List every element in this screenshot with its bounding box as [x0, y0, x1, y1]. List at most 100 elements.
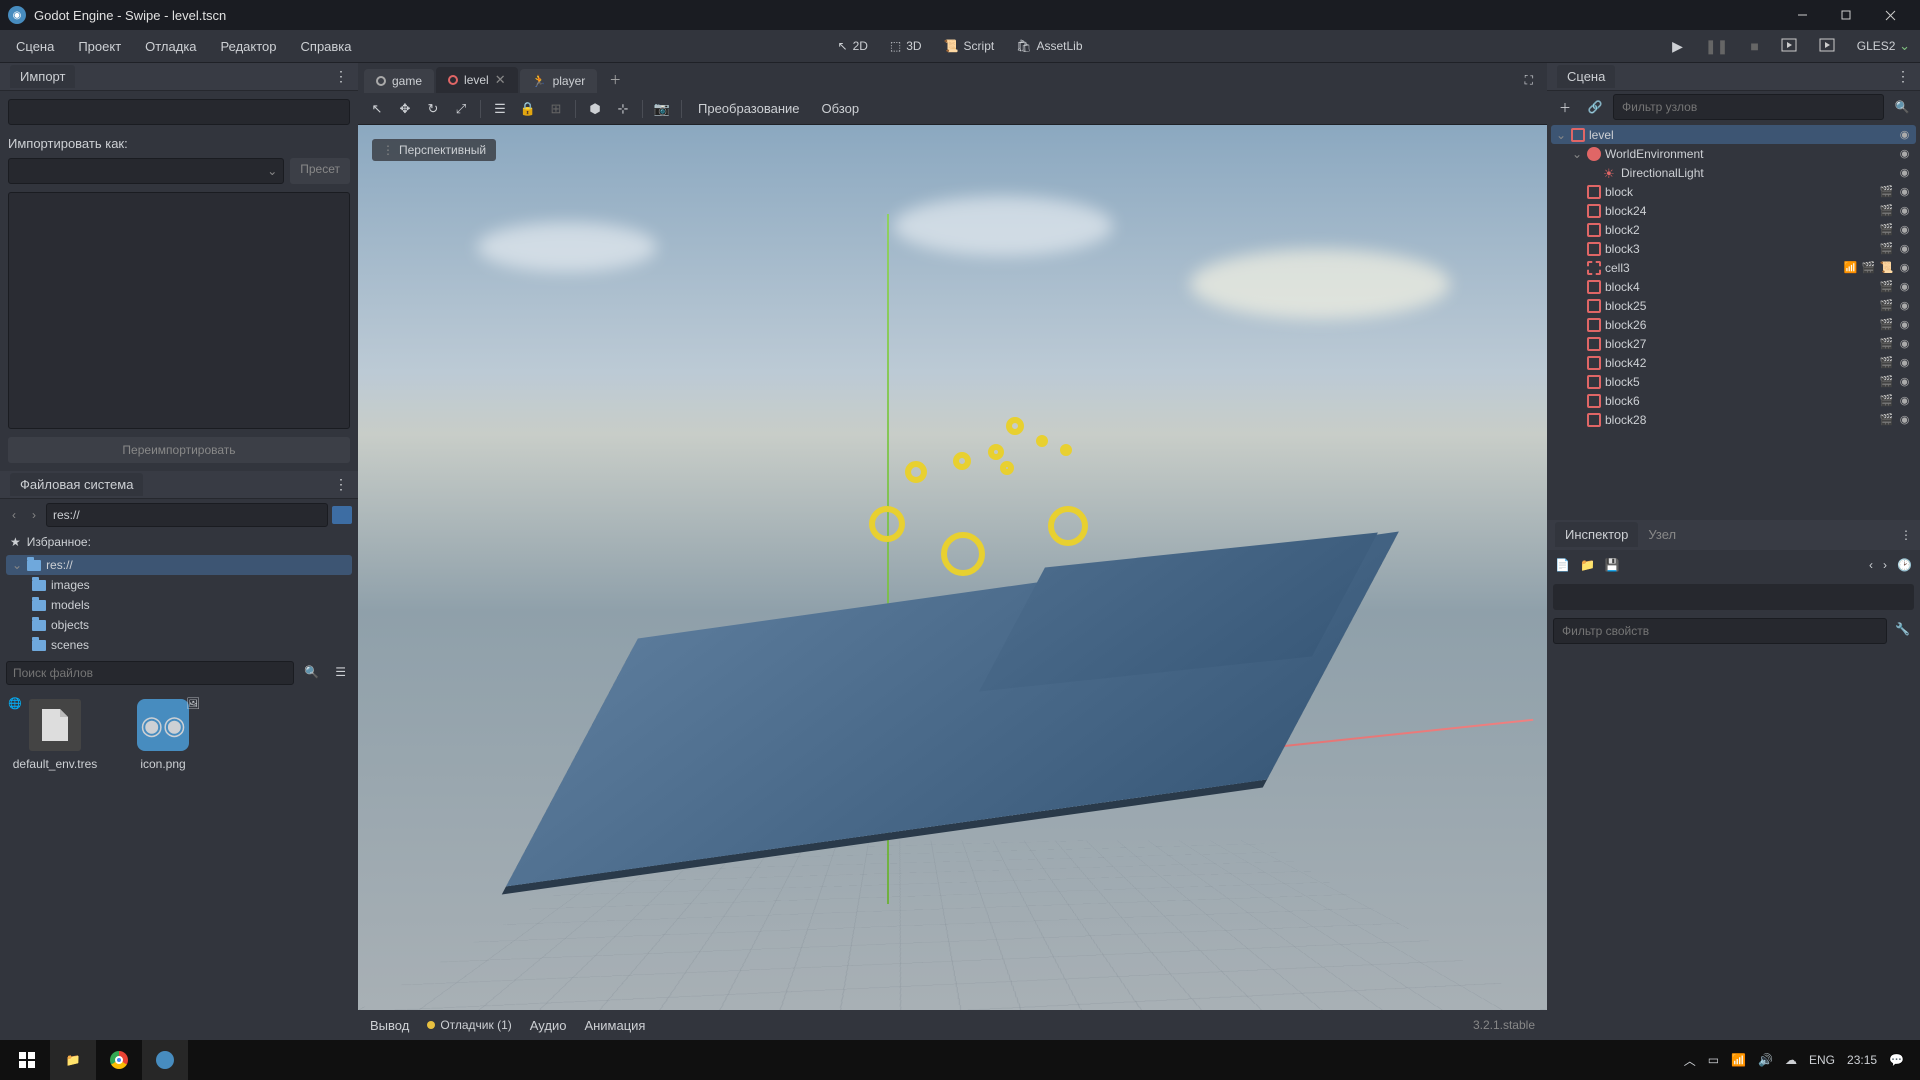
- eye-icon[interactable]: ◉: [1897, 203, 1912, 218]
- scene-tab-level[interactable]: level✕: [436, 67, 518, 93]
- eye-icon[interactable]: ◉: [1897, 260, 1912, 275]
- reimport-button[interactable]: Переимпортировать: [8, 437, 350, 463]
- tray-battery-icon[interactable]: ▭: [1708, 1053, 1719, 1067]
- inspector-folder-icon[interactable]: 📁: [1580, 558, 1595, 572]
- fs-back-button[interactable]: ‹: [6, 506, 22, 524]
- pause-button[interactable]: ❚❚: [1699, 34, 1734, 59]
- taskbar-godot-icon[interactable]: [142, 1040, 188, 1080]
- preset-button[interactable]: Пресет: [290, 158, 350, 184]
- workspace-assetlib[interactable]: 🛍AssetLib: [1006, 33, 1092, 59]
- clap-icon[interactable]: 🎬: [1879, 317, 1894, 332]
- clap-icon[interactable]: 🎬: [1879, 393, 1894, 408]
- workspace-3d[interactable]: ⬚3D: [880, 33, 932, 59]
- clap-icon[interactable]: 🎬: [1879, 298, 1894, 313]
- tree-node-block27[interactable]: block27🎬◉: [1551, 334, 1916, 353]
- fs-favorites[interactable]: ★Избранное:: [0, 531, 358, 553]
- animation-tab[interactable]: Анимация: [584, 1018, 645, 1033]
- stop-button[interactable]: ■: [1744, 34, 1764, 58]
- inspector-back-icon[interactable]: ‹: [1869, 558, 1873, 572]
- clap-icon[interactable]: 🎬: [1879, 222, 1894, 237]
- close-button[interactable]: [1868, 1, 1912, 29]
- menu-debug[interactable]: Отладка: [133, 33, 208, 60]
- inspector-tab[interactable]: Инспектор: [1555, 522, 1638, 547]
- taskbar-explorer-icon[interactable]: 📁: [50, 1040, 96, 1080]
- viewport-perspective-badge[interactable]: ⋮Перспективный: [372, 139, 496, 161]
- play-scene-button[interactable]: [1775, 34, 1803, 59]
- close-tab-icon[interactable]: ✕: [495, 72, 506, 88]
- lock-tool[interactable]: 🔒: [515, 96, 541, 122]
- inspector-resource-select[interactable]: [1553, 584, 1914, 610]
- tray-clock[interactable]: 23:15: [1847, 1053, 1877, 1067]
- add-scene-tab-button[interactable]: ＋: [599, 66, 631, 93]
- tree-node-block25[interactable]: block25🎬◉: [1551, 296, 1916, 315]
- scale-tool[interactable]: ⤢: [448, 96, 474, 122]
- fs-file-icon-png[interactable]: 🖼 ◉◉ icon.png: [118, 699, 208, 771]
- tree-node-block6[interactable]: block6🎬◉: [1551, 391, 1916, 410]
- import-tab[interactable]: Импорт: [10, 65, 75, 88]
- tree-node-block42[interactable]: block42🎬◉: [1551, 353, 1916, 372]
- import-type-select[interactable]: ⌄: [8, 158, 284, 184]
- local-space-tool[interactable]: ⬢: [582, 96, 608, 122]
- filesystem-tab[interactable]: Файловая система: [10, 473, 143, 496]
- fs-folder-scenes[interactable]: scenes: [6, 635, 352, 655]
- group-tool[interactable]: ⊞: [543, 96, 569, 122]
- inspector-tools-icon[interactable]: 🔧: [1891, 618, 1914, 644]
- scene-dock-menu-icon[interactable]: ⋮: [1896, 68, 1910, 85]
- eye-icon[interactable]: ◉: [1897, 127, 1912, 142]
- inspector-forward-icon[interactable]: ›: [1883, 558, 1887, 572]
- fs-root-node[interactable]: ⌄res://: [6, 555, 352, 575]
- fs-path-input[interactable]: res://: [46, 503, 328, 527]
- fs-forward-button[interactable]: ›: [26, 506, 42, 524]
- tree-node-WorldEnvironment[interactable]: ⌄WorldEnvironment◉: [1551, 144, 1916, 163]
- tree-node-block5[interactable]: block5🎬◉: [1551, 372, 1916, 391]
- fs-view-toggle[interactable]: [332, 506, 352, 524]
- tree-node-block28[interactable]: block28🎬◉: [1551, 410, 1916, 429]
- tray-language[interactable]: ENG: [1809, 1053, 1835, 1067]
- eye-icon[interactable]: ◉: [1897, 336, 1912, 351]
- clap-icon[interactable]: 🎬: [1861, 260, 1876, 275]
- menu-scene[interactable]: Сцена: [4, 33, 66, 60]
- tray-volume-icon[interactable]: 🔊: [1758, 1053, 1773, 1067]
- tree-node-block26[interactable]: block26🎬◉: [1551, 315, 1916, 334]
- transform-menu[interactable]: Преобразование: [688, 97, 810, 120]
- rotate-tool[interactable]: ↻: [420, 96, 446, 122]
- maximize-button[interactable]: [1824, 1, 1868, 29]
- sig-icon[interactable]: 📶: [1843, 260, 1858, 275]
- eye-icon[interactable]: ◉: [1897, 184, 1912, 199]
- view-menu[interactable]: Обзор: [812, 97, 870, 120]
- inspector-save-icon[interactable]: 💾: [1605, 558, 1620, 572]
- scene-tab-game[interactable]: game: [364, 69, 434, 93]
- snap-tool[interactable]: ⊹: [610, 96, 636, 122]
- scene-tree[interactable]: ⌄level◉⌄WorldEnvironment◉☀DirectionalLig…: [1547, 123, 1920, 520]
- clap-icon[interactable]: 🎬: [1879, 241, 1894, 256]
- scr-icon[interactable]: 📜: [1879, 260, 1894, 275]
- menu-help[interactable]: Справка: [289, 33, 364, 60]
- eye-icon[interactable]: ◉: [1897, 298, 1912, 313]
- minimize-button[interactable]: [1780, 1, 1824, 29]
- tree-node-block24[interactable]: block24🎬◉: [1551, 201, 1916, 220]
- clap-icon[interactable]: 🎬: [1879, 412, 1894, 427]
- fs-file-default-env[interactable]: 🌐 default_env.tres: [10, 699, 100, 771]
- node-tab[interactable]: Узел: [1638, 522, 1686, 547]
- clap-icon[interactable]: 🎬: [1879, 355, 1894, 370]
- inspector-history-icon[interactable]: 🕑: [1897, 558, 1912, 572]
- scene-dock-tab[interactable]: Сцена: [1557, 65, 1615, 88]
- menu-editor[interactable]: Редактор: [209, 33, 289, 60]
- scene-tab-player[interactable]: 🏃player: [520, 69, 598, 93]
- scene-filter-input[interactable]: [1613, 94, 1884, 120]
- play-custom-scene-button[interactable]: [1813, 34, 1841, 59]
- play-button[interactable]: ▶: [1666, 34, 1689, 59]
- eye-icon[interactable]: ◉: [1897, 222, 1912, 237]
- eye-icon[interactable]: ◉: [1897, 374, 1912, 389]
- clap-icon[interactable]: 🎬: [1879, 374, 1894, 389]
- filesystem-dock-menu-icon[interactable]: ⋮: [334, 476, 348, 493]
- clap-icon[interactable]: 🎬: [1879, 203, 1894, 218]
- tray-notifications-icon[interactable]: 💬: [1889, 1053, 1904, 1067]
- eye-icon[interactable]: ◉: [1897, 241, 1912, 256]
- inspector-load-icon[interactable]: 📄: [1555, 558, 1570, 572]
- eye-icon[interactable]: ◉: [1897, 355, 1912, 370]
- select-tool[interactable]: ↖: [364, 96, 390, 122]
- tree-node-level[interactable]: ⌄level◉: [1551, 125, 1916, 144]
- tree-node-block[interactable]: block🎬◉: [1551, 182, 1916, 201]
- 3d-viewport[interactable]: ⋮Перспективный: [358, 125, 1547, 1010]
